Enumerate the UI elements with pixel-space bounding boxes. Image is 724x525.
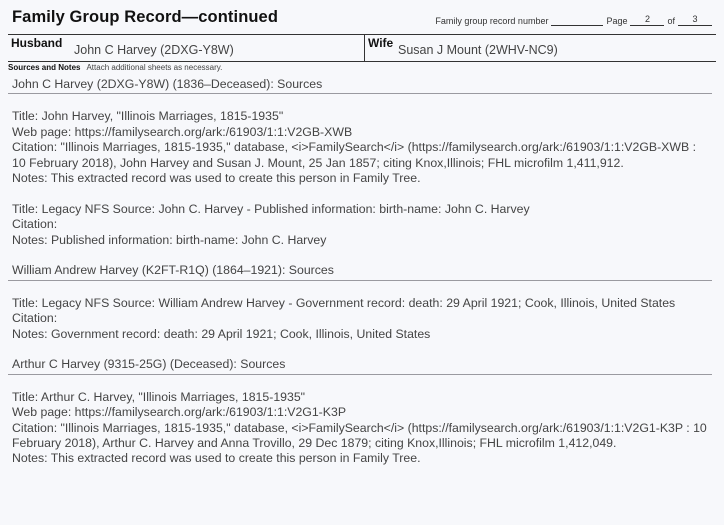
source-citation: Citation: [12,217,58,232]
husband-cell: Husband John C Harvey (2DXG-Y8W) [8,35,365,61]
source-entry: Title: Legacy NFS Source: John C. Harvey… [12,202,712,248]
family-group-record-page: Family Group Record—continued Family gro… [0,0,724,525]
page-label: Page [606,16,628,26]
of-label: of [667,16,675,26]
source-citation: Citation: "Illinois Marriages, 1815-1935… [12,140,697,170]
source-web-page: Web page: https://familysearch.org/ark:/… [12,405,347,420]
source-entry: Title: Arthur C. Harvey, "Illinois Marri… [12,390,712,467]
wife-name: Susan J Mount (2WHV-NC9) [398,43,558,57]
source-notes: Notes: Government record: death: 29 Apri… [12,326,431,341]
source-section: John C Harvey (2DXG-Y8W) (1836–Deceased)… [8,77,712,263]
source-title: Title: John Harvey, "Illinois Marriages,… [12,109,284,124]
source-entry: Title: Legacy NFS Source: William Andrew… [12,296,712,342]
page-number-field: 2 [630,14,665,26]
page-total-field: 3 [678,14,712,26]
wife-cell: Wife Susan J Mount (2WHV-NC9) [365,35,716,61]
source-notes: Notes: Published information: birth-name… [12,232,327,247]
source-web-page: Web page: https://familysearch.org/ark:/… [12,124,353,139]
source-section: William Andrew Harvey (K2FT-R1Q) (1864–1… [8,263,712,357]
record-meta: Family group record number Page 2 of 3 [435,14,712,26]
source-entry: Title: John Harvey, "Illinois Marriages,… [12,109,712,186]
record-number-label: Family group record number [435,16,549,26]
sources-notes-instruction: Attach additional sheets as necessary. [86,63,223,72]
page-title: Family Group Record—continued [12,8,279,26]
source-citation: Citation: [12,311,58,326]
section-heading: William Andrew Harvey (K2FT-R1Q) (1864–1… [8,263,712,281]
section-heading: Arthur C Harvey (9315-25G) (Deceased): S… [8,357,712,375]
sources-content: John C Harvey (2DXG-Y8W) (1836–Deceased)… [8,77,712,467]
source-notes: Notes: This extracted record was used to… [12,171,421,186]
source-citation: Citation: "Illinois Marriages, 1815-1935… [12,420,707,451]
sources-notes-label: Sources and Notes [8,63,81,72]
husband-name: John C Harvey (2DXG-Y8W) [74,43,234,57]
source-title: Title: Arthur C. Harvey, "Illinois Marri… [12,389,306,404]
husband-wife-row: Husband John C Harvey (2DXG-Y8W) Wife Su… [8,34,716,62]
record-number-field [551,14,604,26]
section-heading: John C Harvey (2DXG-Y8W) (1836–Deceased)… [8,77,712,95]
sources-notes-header: Sources and Notes Attach additional sheet… [8,63,716,72]
husband-label: Husband [11,36,63,50]
source-section: Arthur C Harvey (9315-25G) (Deceased): S… [8,357,712,467]
source-title: Title: Legacy NFS Source: William Andrew… [12,295,676,310]
source-title: Title: Legacy NFS Source: John C. Harvey… [12,201,530,216]
source-notes: Notes: This extracted record was used to… [12,451,421,466]
wife-label: Wife [368,36,394,50]
